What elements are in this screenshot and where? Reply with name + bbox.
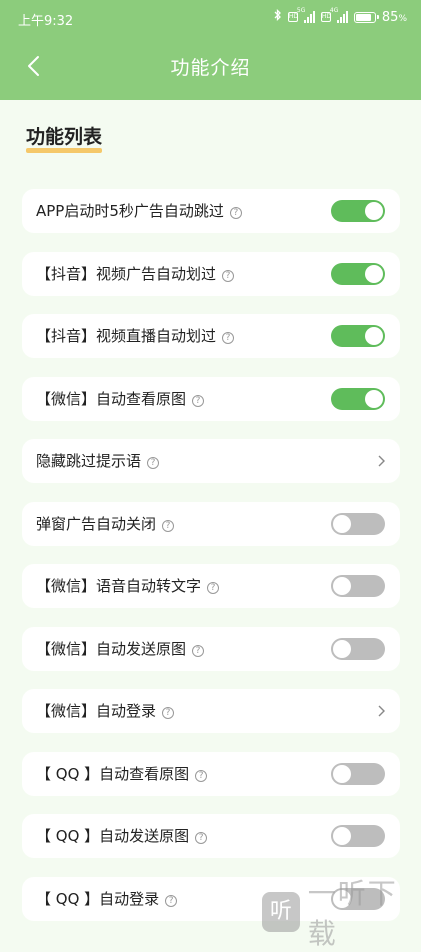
feature-label: 【微信】自动登录? <box>36 689 175 733</box>
status-icons: HD 5G HD 4G 85% <box>274 8 407 25</box>
help-icon[interactable]: ? <box>192 394 205 407</box>
help-icon[interactable]: ? <box>147 457 160 469</box>
toggle-knob <box>365 264 383 283</box>
help-icon[interactable]: ? <box>229 207 242 219</box>
feature-toggle[interactable] <box>331 200 385 222</box>
chevron-right-icon <box>378 705 385 717</box>
toggle-knob <box>333 577 351 595</box>
help-icon[interactable]: ? <box>195 832 208 844</box>
feature-row: 【抖音】视频广告自动划过? <box>22 251 400 296</box>
help-icon[interactable]: ? <box>222 269 235 282</box>
feature-label: 【抖音】视频直播自动划过? <box>36 314 235 358</box>
status-time: 上午9:32 <box>18 14 74 29</box>
title-underline <box>26 148 103 153</box>
header-bar: 上午9:32 HD 5G HD 4G 85% 功能介绍 <box>0 0 421 100</box>
feature-label: 【微信】自动发送原图? <box>36 627 205 671</box>
feature-row[interactable]: 隐藏跳过提示语? <box>22 439 400 483</box>
toggle-knob <box>333 764 351 783</box>
bluetooth-icon <box>274 8 282 25</box>
feature-label: 【抖音】视频广告自动划过? <box>36 252 235 296</box>
signal-icon-2: 4G <box>330 8 348 23</box>
section-title: 功能列表 <box>26 122 103 153</box>
feature-toggle[interactable] <box>331 387 385 410</box>
feature-label: 【微信】语音自动转文字? <box>36 564 220 608</box>
watermark-logo: 听 <box>262 892 300 932</box>
battery-level: 85% <box>381 9 407 25</box>
feature-toggle[interactable] <box>331 512 385 535</box>
feature-row: 【微信】语音自动转文字? <box>22 564 400 608</box>
feature-toggle[interactable] <box>331 262 385 285</box>
signal-icon: 5G <box>297 8 315 23</box>
feature-toggle[interactable] <box>331 825 385 847</box>
status-bar: 上午9:32 HD 5G HD 4G 85% <box>0 0 421 36</box>
watermark: 听 一听下载 <box>262 872 421 952</box>
feature-toggle[interactable] <box>331 762 385 785</box>
page-title: 功能介绍 <box>170 57 251 79</box>
feature-label: 弹窗广告自动关闭? <box>36 502 175 546</box>
feature-row[interactable]: 【微信】自动登录? <box>22 689 400 733</box>
feature-toggle[interactable] <box>331 325 385 347</box>
feature-row: 【抖音】视频直播自动划过? <box>22 314 400 358</box>
feature-row: 【微信】自动查看原图? <box>22 376 400 421</box>
feature-row: 【 QQ 】自动发送原图? <box>22 814 400 858</box>
feature-row: 【微信】自动发送原图? <box>22 626 400 671</box>
feature-row: 弹窗广告自动关闭? <box>22 501 400 546</box>
help-icon[interactable]: ? <box>195 769 208 782</box>
toggle-knob <box>333 639 351 658</box>
feature-label: 【 QQ 】自动查看原图? <box>36 752 208 796</box>
feature-label: 【微信】自动查看原图? <box>36 377 205 421</box>
help-icon[interactable]: ? <box>222 332 235 344</box>
toggle-knob <box>365 389 383 408</box>
feature-row: 【 QQ 】自动查看原图? <box>22 751 400 796</box>
toggle-knob <box>365 202 383 220</box>
feature-label: APP启动时5秒广告自动跳过? <box>36 189 242 233</box>
feature-toggle[interactable] <box>331 637 385 660</box>
feature-list: APP启动时5秒广告自动跳过? 【抖音】视频广告自动划过? 【抖音】视频直播自动划过… <box>22 189 400 939</box>
toggle-knob <box>333 827 351 845</box>
feature-label: 隐藏跳过提示语? <box>36 439 160 483</box>
battery-icon <box>353 11 379 23</box>
help-icon[interactable]: ? <box>162 519 175 532</box>
feature-label: 【 QQ 】自动发送原图? <box>36 814 208 858</box>
toggle-knob <box>365 327 383 345</box>
help-icon[interactable]: ? <box>192 644 205 657</box>
help-icon[interactable]: ? <box>162 707 175 719</box>
feature-label: 【 QQ 】自动登录? <box>36 877 178 921</box>
help-icon[interactable]: ? <box>207 582 220 594</box>
toggle-knob <box>333 514 351 533</box>
help-icon[interactable]: ? <box>165 894 178 907</box>
chevron-right-icon <box>378 455 385 467</box>
feature-toggle[interactable] <box>331 575 385 597</box>
feature-row: APP启动时5秒广告自动跳过? <box>22 189 400 233</box>
watermark-text: 一听下载 <box>307 877 398 950</box>
